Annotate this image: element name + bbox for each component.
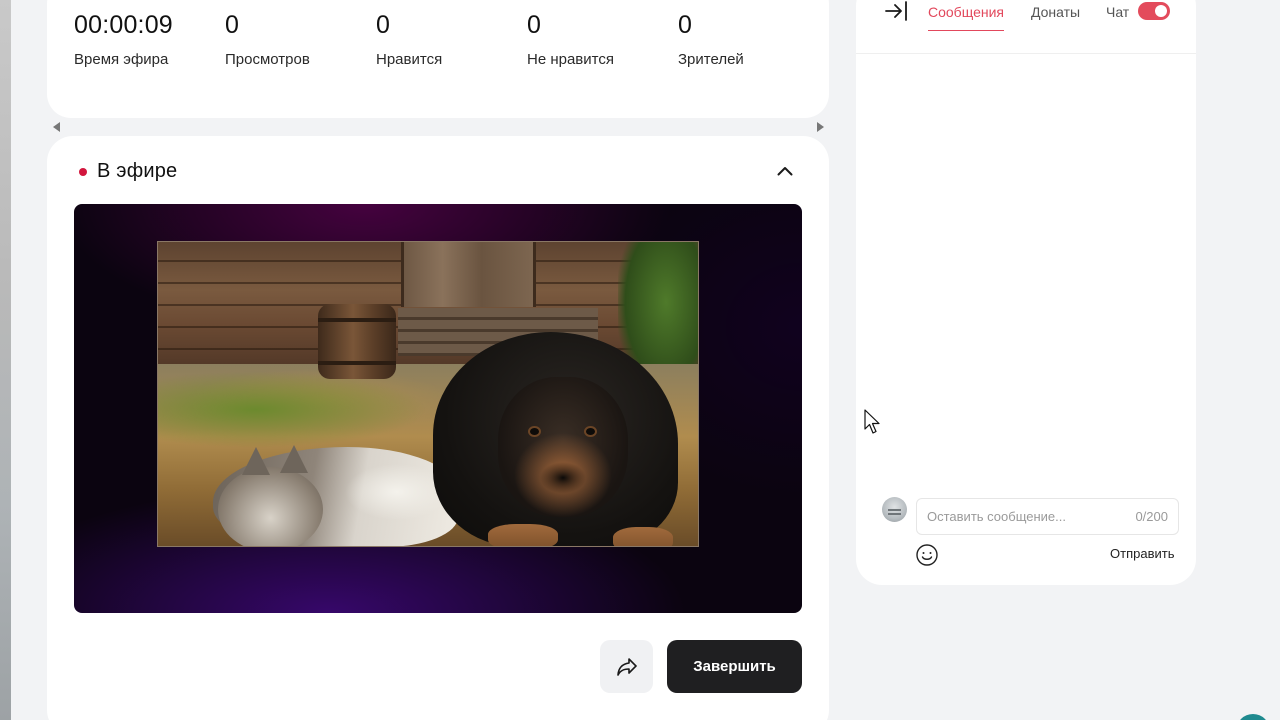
stat-value: 0 — [527, 11, 542, 39]
toggle-knob — [1155, 5, 1167, 17]
live-header: В эфире — [79, 160, 177, 183]
arrow-right-to-bar-icon — [885, 1, 907, 21]
stat-value: 0 — [678, 11, 693, 39]
stat-likes: 0 Нравится — [376, 11, 527, 69]
video-player[interactable] — [74, 204, 802, 613]
stat-value: 0 — [376, 11, 391, 39]
tab-donations[interactable]: Донаты — [1031, 4, 1080, 20]
stream-stats-panel: 00:00:09 Время эфира 0 Просмотров 0 Нрав… — [47, 0, 829, 118]
collapse-panel-button[interactable] — [885, 0, 909, 22]
chat-toggle-label: Чат — [1106, 4, 1130, 20]
stat-label: Просмотров — [225, 51, 310, 68]
finish-stream-button[interactable]: Завершить — [667, 640, 802, 693]
stat-value: 00:00:09 — [74, 11, 173, 39]
tab-messages[interactable]: Сообщения — [928, 4, 1004, 20]
message-input[interactable] — [917, 499, 1117, 534]
send-button[interactable]: Отправить — [1110, 546, 1174, 561]
scroll-right-arrow-icon[interactable] — [817, 122, 824, 132]
stat-viewers: 0 Зрителей — [678, 11, 829, 69]
stat-label: Зрителей — [678, 51, 744, 68]
chat-panel: Сообщения Донаты Чат 0/200 Отправить — [856, 0, 1196, 585]
share-button[interactable] — [600, 640, 653, 693]
live-title: В эфире — [97, 160, 178, 182]
smiley-icon — [916, 544, 938, 566]
emoji-button[interactable] — [915, 543, 939, 567]
mouse-cursor-icon — [864, 409, 880, 434]
live-stream-panel: В эфире Завершить — [47, 136, 829, 720]
stat-value: 0 — [225, 11, 240, 39]
chevron-up-icon — [777, 167, 793, 176]
stat-label: Не нравится — [527, 51, 614, 68]
stat-views: 0 Просмотров — [225, 11, 376, 69]
stats-row: 00:00:09 Время эфира 0 Просмотров 0 Нрав… — [74, 11, 829, 69]
stat-label: Время эфира — [74, 51, 169, 68]
message-input-field: 0/200 — [916, 498, 1179, 535]
char-counter: 0/200 — [1135, 509, 1168, 524]
window-edge — [0, 0, 11, 720]
live-indicator-dot — [79, 167, 87, 176]
chat-toggle-switch[interactable] — [1138, 2, 1170, 20]
active-tab-indicator — [928, 30, 1004, 31]
avatar — [882, 497, 907, 522]
collapse-section-button[interactable] — [774, 160, 796, 182]
support-widget-button[interactable] — [1236, 714, 1270, 720]
stat-dislikes: 0 Не нравится — [527, 11, 678, 69]
stat-label: Нравится — [376, 51, 443, 68]
scroll-left-arrow-icon[interactable] — [53, 122, 60, 132]
stream-preview-image — [157, 241, 699, 547]
stat-airtime: 00:00:09 Время эфира — [74, 11, 225, 69]
chat-tabs-bar: Сообщения Донаты Чат — [856, 0, 1196, 54]
share-arrow-icon — [616, 657, 637, 676]
